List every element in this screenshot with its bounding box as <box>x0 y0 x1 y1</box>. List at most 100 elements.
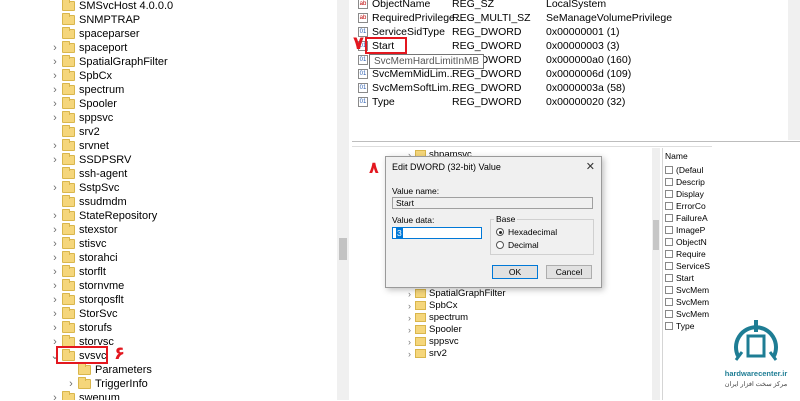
tree-item[interactable]: › StorSvc <box>0 307 330 321</box>
name-column-header[interactable]: Name <box>665 150 688 162</box>
chevron-right-icon[interactable]: › <box>50 55 60 69</box>
nested-value-row[interactable]: ErrorCo <box>665 200 715 212</box>
hexadecimal-radio[interactable] <box>496 228 504 236</box>
chevron-right-icon[interactable]: › <box>50 181 60 195</box>
chevron-right-icon[interactable]: › <box>50 223 60 237</box>
tree-item[interactable]: › stornvme <box>0 279 330 293</box>
registry-value-row[interactable]: 01 SvcMemMidLim... REG_DWORD 0x0000006d (10… <box>352 67 782 81</box>
nested-value-row[interactable]: FailureA <box>665 212 715 224</box>
tree-item[interactable]: › TriggerInfo <box>0 377 330 391</box>
folder-icon <box>62 139 75 151</box>
tree-item[interactable]: › storvsc <box>0 335 330 349</box>
nested-value-row[interactable]: SvcMem <box>665 296 715 308</box>
nested-value-row[interactable]: SvcMem <box>665 284 715 296</box>
tree-item[interactable]: › SstpSvc <box>0 181 330 195</box>
chevron-right-icon[interactable]: › <box>50 279 60 293</box>
tree-item[interactable]: › swenum <box>0 391 330 400</box>
values-scrollbar[interactable] <box>788 0 800 140</box>
tree-item[interactable]: › storflt <box>0 265 330 279</box>
nested-scrollbar-thumb[interactable] <box>653 220 659 250</box>
nested-value-row[interactable]: Start <box>665 272 715 284</box>
registry-value-row[interactable]: 01 SvcMemSoftLim... REG_DWORD 0x0000003a (5… <box>352 81 782 95</box>
start-highlight-box <box>365 37 407 54</box>
nested-tree-item[interactable]: › SpbCx <box>352 300 642 312</box>
tree-item[interactable]: › storahci <box>0 251 330 265</box>
chevron-right-icon[interactable]: › <box>50 97 60 111</box>
nested-tree-item[interactable]: › SpatialGraphFilter <box>352 288 642 300</box>
ok-button[interactable]: OK <box>492 265 538 279</box>
nested-tree-item[interactable]: › sppsvc <box>352 336 642 348</box>
nested-value-row[interactable]: (Defaul <box>665 164 715 176</box>
chevron-right-icon[interactable]: › <box>50 293 60 307</box>
tree-item[interactable]: › srvnet <box>0 139 330 153</box>
tree-item[interactable]: › spectrum <box>0 83 330 97</box>
chevron-right-icon[interactable] <box>50 13 60 27</box>
tree-scrollbar-thumb[interactable] <box>339 238 347 260</box>
nested-tree-item[interactable]: › spectrum <box>352 312 642 324</box>
chevron-right-icon[interactable]: › <box>66 377 76 391</box>
tree-scrollbar[interactable] <box>337 0 349 400</box>
registry-value-icon <box>665 250 673 258</box>
chevron-right-icon[interactable]: › <box>50 83 60 97</box>
registry-value-row[interactable]: ab RequiredPrivilege... REG_MULTI_SZ SeMana… <box>352 11 782 25</box>
nested-value-row[interactable]: ServiceS <box>665 260 715 272</box>
registry-value-row[interactable]: 01 Start REG_DWORD 0x00000003 (3) <box>352 39 782 53</box>
nested-tree-scrollbar[interactable] <box>652 148 660 400</box>
tree-item-label: storqosflt <box>79 294 124 306</box>
chevron-right-icon[interactable]: › <box>50 265 60 279</box>
close-icon[interactable]: ✕ <box>586 160 595 173</box>
tree-item[interactable]: ssh-agent <box>0 167 330 181</box>
nested-value-row[interactable]: Descrip <box>665 176 715 188</box>
nested-value-row[interactable]: SvcMem <box>665 308 715 320</box>
registry-value-row[interactable]: 01 Type REG_DWORD 0x00000020 (32) <box>352 95 782 109</box>
tree-item[interactable]: Parameters <box>0 363 330 377</box>
value-data-field[interactable]: 3 <box>392 227 482 239</box>
nested-value-row[interactable]: ObjectN <box>665 236 715 248</box>
tree-item[interactable]: › SpatialGraphFilter <box>0 55 330 69</box>
nested-tree-item[interactable]: › Spooler <box>352 324 642 336</box>
chevron-right-icon[interactable]: › <box>50 209 60 223</box>
tree-item[interactable]: spaceparser <box>0 27 330 41</box>
nested-value-row[interactable]: Require <box>665 248 715 260</box>
chevron-right-icon[interactable] <box>66 363 76 377</box>
tree-item[interactable]: SNMPTRAP <box>0 13 330 27</box>
tree-item[interactable]: SMSvcHost 4.0.0.0 <box>0 0 330 13</box>
chevron-right-icon[interactable] <box>50 167 60 181</box>
registry-value-row[interactable]: ab ObjectName REG_SZ LocalSystem <box>352 0 782 11</box>
registry-value-row[interactable]: 01 ServiceSidType REG_DWORD 0x00000001 (1) <box>352 25 782 39</box>
chevron-right-icon[interactable]: › <box>50 321 60 335</box>
chevron-right-icon[interactable]: › <box>50 111 60 125</box>
tree-item[interactable]: › SpbCx <box>0 69 330 83</box>
tree-item[interactable]: ssudmdm <box>0 195 330 209</box>
tree-item[interactable]: srv2 <box>0 125 330 139</box>
chevron-right-icon[interactable]: › <box>50 139 60 153</box>
chevron-right-icon[interactable] <box>50 0 60 13</box>
tree-item[interactable]: › Spooler <box>0 97 330 111</box>
chevron-right-icon[interactable] <box>50 125 60 139</box>
nested-value-row[interactable]: ImageP <box>665 224 715 236</box>
value-name-field[interactable]: Start <box>392 197 593 209</box>
chevron-right-icon[interactable]: › <box>50 41 60 55</box>
tree-item[interactable]: ⌄ svsvc <box>0 349 330 363</box>
tree-item[interactable]: › stisvc <box>0 237 330 251</box>
tree-item[interactable]: › SSDPSRV <box>0 153 330 167</box>
chevron-right-icon[interactable] <box>50 195 60 209</box>
chevron-right-icon[interactable]: › <box>50 153 60 167</box>
tree-item[interactable]: › storufs <box>0 321 330 335</box>
chevron-right-icon[interactable]: › <box>50 391 60 400</box>
tree-item[interactable]: › spaceport <box>0 41 330 55</box>
chevron-right-icon[interactable]: › <box>50 307 60 321</box>
nested-value-row[interactable]: Display <box>665 188 715 200</box>
decimal-radio[interactable] <box>496 241 504 249</box>
nested-value-row[interactable]: Type <box>665 320 715 332</box>
tree-item[interactable]: › StateRepository <box>0 209 330 223</box>
chevron-right-icon[interactable]: › <box>50 251 60 265</box>
cancel-button[interactable]: Cancel <box>546 265 592 279</box>
tree-item[interactable]: › storqosflt <box>0 293 330 307</box>
chevron-right-icon[interactable]: › <box>50 237 60 251</box>
tree-item[interactable]: › stexstor <box>0 223 330 237</box>
tree-item[interactable]: › sppsvc <box>0 111 330 125</box>
chevron-right-icon[interactable]: › <box>50 69 60 83</box>
chevron-right-icon[interactable] <box>50 27 60 41</box>
nested-tree-item[interactable]: › srv2 <box>352 348 642 360</box>
